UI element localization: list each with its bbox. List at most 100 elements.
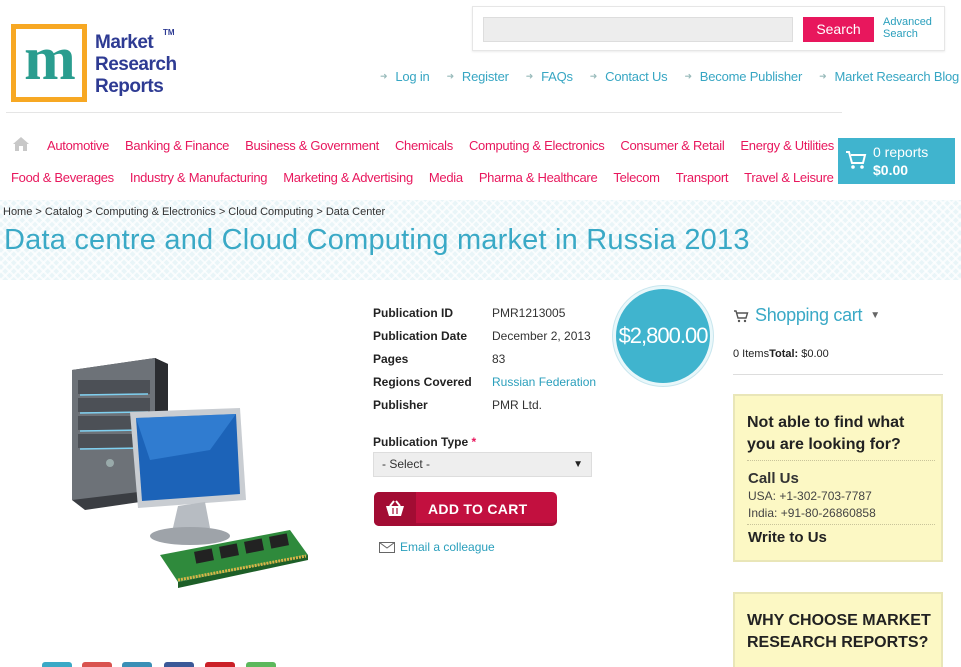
contact-us-link[interactable]: ➜ Contact Us [590,69,668,84]
login-link[interactable]: ➜ Log in [380,69,430,84]
help-question: Not able to find what you are looking fo… [747,414,905,453]
email-colleague-link[interactable]: Email a colleague [379,540,495,554]
publication-date-value: December 2, 2013 [492,329,591,343]
publication-id-value: PMR1213005 [492,306,566,320]
help-separator [747,460,935,461]
shopping-cart-summary: 0 ItemsTotal: $0.00 [733,348,829,360]
detail-row: Regions Covered Russian Federation [373,375,596,398]
category-travel-leisure[interactable]: Travel & Leisure [744,170,834,185]
publisher-value: PMR Ltd. [492,398,543,412]
category-media[interactable]: Media [429,170,463,185]
chevron-down-icon: ▼ [573,459,583,470]
why-choose-title: WHY CHOOSE MARKET RESEARCH REPORTS? [747,612,931,651]
blog-link[interactable]: ➜ Market Research Blog [819,69,959,84]
top-links: ➜ Log in ➜ Register ➜ FAQs ➜ Contact Us ➜ Bec… [380,69,959,84]
twitter-share-button[interactable] [42,662,72,667]
publication-type-label: Publication Type * [373,435,476,449]
publication-type-label-text: Publication Type [373,435,469,449]
publication-type-select[interactable]: - Select - ▼ [373,452,592,477]
detail-row: Publication ID PMR1213005 [373,306,596,329]
shopping-cart-heading[interactable]: Shopping cart ▼ [733,305,880,326]
search-button[interactable]: Search [803,17,874,42]
usa-phone: USA: +1-302-703-7787 [748,489,872,503]
detail-label: Publisher [373,398,428,412]
call-us-heading: Call Us [748,470,799,487]
category-computing-electronics[interactable]: Computing & Electronics [469,138,605,153]
faqs-link-label: FAQs [541,69,573,84]
header-divider [6,112,842,113]
add-to-cart-label: ADD TO CART [428,501,528,517]
search-bar: Search Advanced Search [472,6,945,51]
linkedin-share-button[interactable] [122,662,152,667]
cart-total: $0.00 [873,162,909,178]
cart-total-value: $0.00 [801,348,829,360]
arrow-icon: ➜ [525,71,534,81]
become-publisher-link[interactable]: ➜ Become Publisher [684,69,802,84]
india-phone: India: +91-80-26860858 [748,506,876,520]
why-choose-box: WHY CHOOSE MARKET RESEARCH REPORTS? [733,592,943,667]
logo-mark: m [11,24,87,102]
logo-text: Market Research Reports [95,32,177,98]
category-marketing-advertising[interactable]: Marketing & Advertising [283,170,413,185]
category-food-beverages[interactable]: Food & Beverages [11,170,114,185]
category-telecom[interactable]: Telecom [613,170,660,185]
publication-details: Publication ID PMR1213005 Publication Da… [373,306,596,421]
facebook-share-button[interactable] [164,662,194,667]
register-link[interactable]: ➜ Register [447,69,509,84]
category-business-government[interactable]: Business & Government [245,138,379,153]
help-separator [747,524,935,525]
category-energy-utilities[interactable]: Energy & Utilities [740,138,834,153]
sidebar-divider [733,374,943,375]
arrow-icon: ➜ [684,71,692,81]
shopping-cart-title: Shopping cart [755,305,863,325]
category-pharma-healthcare[interactable]: Pharma & Healthcare [479,170,598,185]
search-input[interactable] [483,17,793,42]
arrow-icon: ➜ [446,71,455,81]
category-transport[interactable]: Transport [676,170,729,185]
cart-icon [846,151,867,169]
category-industry-manufacturing[interactable]: Industry & Manufacturing [130,170,268,185]
breadcrumb[interactable]: Home > Catalog > Computing & Electronics… [3,206,385,218]
arrow-icon: ➜ [380,71,388,81]
home-icon[interactable] [12,136,30,152]
google-share-button[interactable] [82,662,112,667]
envelope-icon [379,541,395,553]
detail-label: Publication ID [373,306,454,320]
header-cart-button[interactable]: 0 reports $0.00 [838,138,955,184]
detail-row: Publication Date December 2, 2013 [373,329,596,352]
select-value: - Select - [382,457,431,471]
detail-label: Pages [373,352,409,366]
category-nav-row-2: Food & Beverages Industry & Manufacturin… [11,170,850,185]
share-button[interactable] [246,662,276,667]
site-logo[interactable]: m Market Research Reports [11,24,177,102]
login-link-label: Log in [395,69,430,84]
become-publisher-link-label: Become Publisher [699,69,803,84]
pages-value: 83 [492,352,506,366]
register-link-label: Register [461,69,509,84]
help-box: Not able to find what you are looking fo… [733,394,943,562]
category-banking-finance[interactable]: Banking & Finance [125,138,229,153]
category-chemicals[interactable]: Chemicals [395,138,453,153]
email-colleague-label: Email a colleague [400,540,495,554]
page-title: Data centre and Cloud Computing market i… [4,224,750,256]
arrow-icon: ➜ [819,71,827,81]
contact-us-link-label: Contact Us [605,69,668,84]
add-to-cart-button[interactable]: ADD TO CART [374,492,557,526]
basket-icon [374,492,416,526]
price-badge: $2,800.00 [613,286,713,386]
advanced-search-line-2: Search [883,28,918,40]
required-mark: * [471,435,477,449]
pinterest-share-button[interactable] [205,662,235,667]
cart-icon [734,309,749,322]
logo-trademark: TM [163,28,175,37]
write-to-us-link[interactable]: Write to Us [748,529,827,546]
category-consumer-retail[interactable]: Consumer & Retail [620,138,724,153]
detail-row: Publisher PMR Ltd. [373,398,596,421]
category-automotive[interactable]: Automotive [47,138,109,153]
cart-report-count: 0 reports [873,144,929,160]
logo-line-3: Reports [95,76,164,97]
region-link[interactable]: Russian Federation [492,375,596,398]
caret-down-icon: ▼ [870,310,880,321]
faqs-link[interactable]: ➜ FAQs [526,69,573,84]
advanced-search-link[interactable]: Advanced Search [883,16,932,40]
